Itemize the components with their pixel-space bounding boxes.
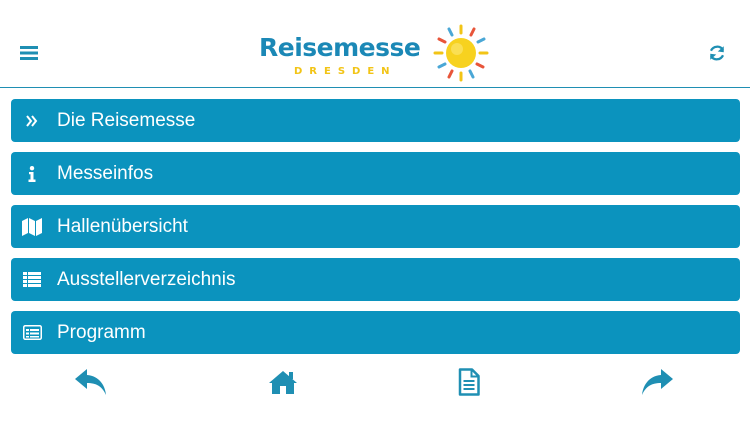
menu-item-label: Programm	[57, 322, 146, 343]
list-icon	[21, 258, 43, 301]
footer-toolbar	[0, 358, 750, 408]
menu-item-label: Hallenübersicht	[57, 216, 188, 237]
logo-subtitle: DRESDEN	[294, 66, 397, 77]
hamburger-icon[interactable]	[14, 38, 44, 68]
calendar-list-icon	[21, 311, 43, 354]
app-header: Reisemesse DRESDEN	[0, 0, 750, 88]
map-icon	[21, 205, 43, 248]
menu-item-label: Messeinfos	[57, 163, 154, 184]
refresh-icon[interactable]	[702, 38, 732, 68]
menu-item-hallenuebersicht[interactable]: Hallenübersicht	[11, 205, 740, 248]
sun-icon	[433, 24, 489, 82]
menu-item-messeinfos[interactable]: Messeinfos	[11, 152, 740, 195]
double-chevron-right-icon	[21, 99, 43, 142]
menu-item-programm[interactable]: Programm	[11, 311, 740, 354]
menu-item-ausstellerverzeichnis[interactable]: Ausstellerverzeichnis	[11, 258, 740, 301]
logo-title: Reisemesse	[259, 33, 421, 62]
menu-item-die-reisemesse[interactable]: Die Reisemesse	[11, 99, 740, 142]
menu-item-label: Ausstellerverzeichnis	[57, 269, 236, 290]
info-icon	[21, 152, 43, 195]
document-icon[interactable]	[449, 364, 489, 400]
home-icon[interactable]	[263, 364, 303, 400]
back-icon[interactable]	[71, 364, 111, 400]
forward-icon[interactable]	[637, 364, 677, 400]
reisemesse-logo: Reisemesse DRESDEN	[258, 22, 494, 84]
menu-item-label: Die Reisemesse	[57, 110, 196, 131]
